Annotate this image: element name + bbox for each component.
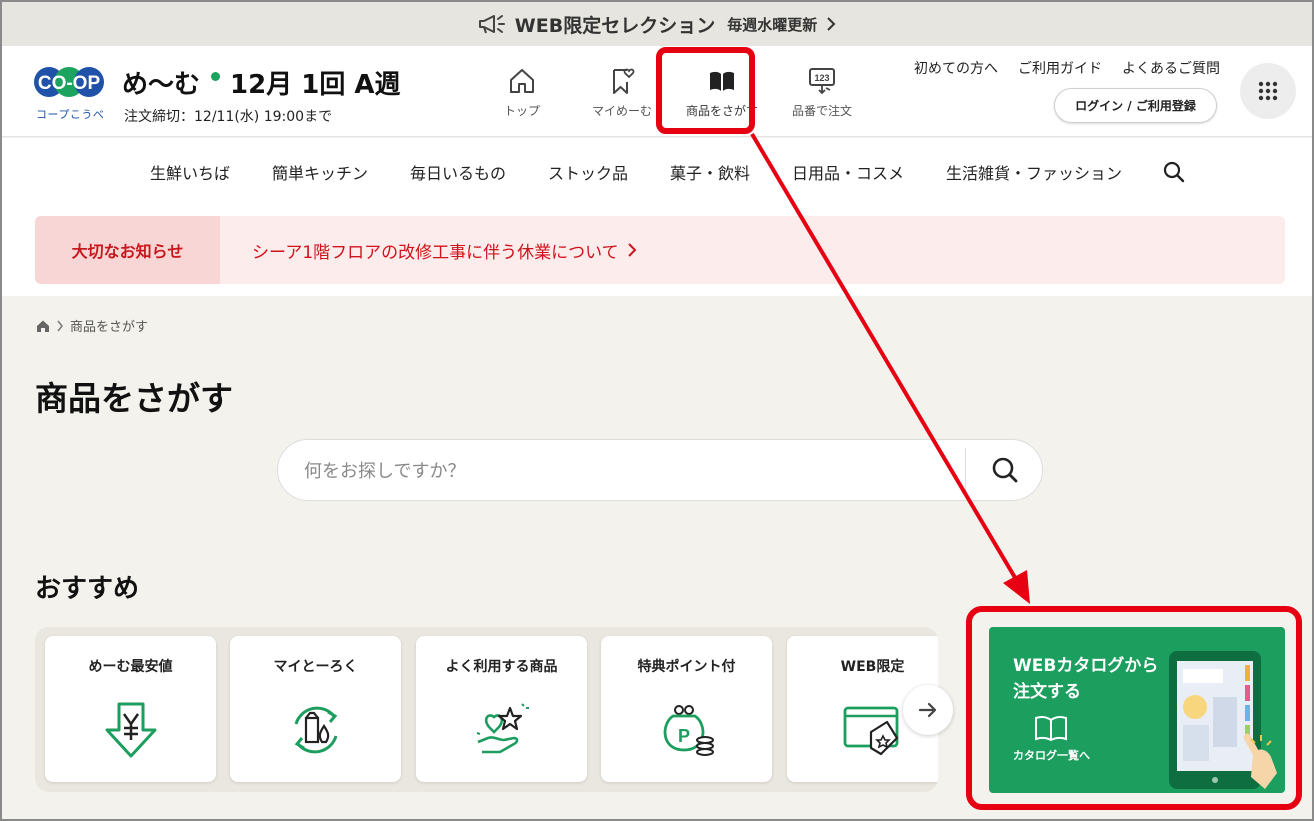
highlight-nav-product-search [656, 47, 755, 134]
highlight-web-catalog [966, 606, 1302, 810]
recommend-card-lowest-price[interactable]: めーむ最安値 [45, 636, 216, 782]
category-nav: 生鮮いちば 簡単キッチン 毎日いるもの ストック品 菓子・飲料 日用品・コスメ … [2, 138, 1312, 206]
card-label: マイとーろく [273, 659, 358, 675]
notice-tag: 大切なお知らせ [35, 216, 220, 284]
point-purse-icon: P [663, 705, 714, 756]
brand-block: め〜む 12月 1回 A週 [122, 64, 401, 101]
chevron-right-icon [627, 243, 637, 257]
category-stock[interactable]: ストック品 [527, 160, 649, 184]
svg-text:CO-OP: CO-OP [38, 73, 101, 94]
nav-top[interactable]: トップ [472, 52, 572, 132]
bookmark-heart-icon [613, 68, 635, 94]
utility-links: 初めての方へ ご利用ガイド よくあるご質問 [914, 58, 1220, 78]
card-label: 特典ポイント付 [637, 659, 736, 675]
logo-subtitle: コープこうべ [36, 108, 105, 121]
notice-message: シーア1階フロアの改修工事に伴う休業について [252, 242, 619, 263]
page-title: 商品をさがす [35, 379, 233, 418]
arrow-right-icon [918, 702, 937, 718]
menu-button[interactable] [1240, 63, 1296, 119]
banner-subtitle: 毎週水曜更新 [727, 15, 818, 34]
svg-text:123: 123 [814, 73, 829, 83]
yen-down-icon [105, 702, 156, 758]
promo-banner[interactable]: WEB限定セレクション 毎週水曜更新 [2, 2, 1312, 46]
login-register-button[interactable]: ログイン / ご利用登録 [1054, 88, 1217, 123]
recommend-card-points[interactable]: 特典ポイント付 P [601, 636, 772, 782]
category-goods-fashion[interactable]: 生活雑貨・ファッション [925, 160, 1143, 184]
number-entry-icon: 123 [809, 68, 835, 95]
home-icon[interactable] [36, 319, 50, 333]
link-faq[interactable]: よくあるご質問 [1122, 58, 1220, 78]
chevron-right-icon [827, 17, 836, 31]
hand-heart-star-icon [476, 703, 529, 754]
nav-order-by-number[interactable]: 123 品番で注文 [772, 52, 872, 132]
home-icon [510, 69, 534, 93]
megaphone-icon [478, 15, 505, 34]
notice-message-row: シーア1階フロアの改修工事に伴う休業について [220, 216, 637, 284]
nav-order-by-number-label: 品番で注文 [791, 104, 852, 118]
banner-title: WEB限定セレクション [514, 14, 716, 37]
notice-section: 大切なお知らせ シーア1階フロアの改修工事に伴う休業について [2, 206, 1312, 296]
nav-top-label: トップ [503, 104, 540, 118]
brand-name: め〜む [122, 70, 201, 100]
nav-my-meemu-label: マイめーむ [591, 104, 652, 118]
svg-text:P: P [677, 726, 689, 746]
link-first-time[interactable]: 初めての方へ [914, 58, 998, 78]
search-box [277, 439, 1043, 501]
carousel-next-button[interactable] [903, 685, 953, 735]
card-label: よく利用する商品 [445, 659, 558, 675]
search-icon[interactable] [1163, 161, 1185, 183]
search-icon [992, 457, 1018, 483]
order-deadline: 注文締切：12/11(水) 19:00まで [124, 109, 333, 125]
category-snacks-drinks[interactable]: 菓子・飲料 [649, 160, 771, 184]
category-daily[interactable]: 毎日いるもの [389, 160, 527, 184]
recommend-title: おすすめ [35, 574, 140, 604]
search-divider [965, 448, 966, 494]
recommend-carousel: めーむ最安値 マイとーろく よく利用する商品 特典ポイント付 P WEB限定 [35, 627, 938, 792]
search-input[interactable] [304, 454, 944, 488]
brand-dot [211, 72, 221, 81]
category-daily-cosme[interactable]: 日用品・コスメ [771, 160, 925, 184]
grid-menu-icon [1258, 81, 1278, 101]
web-tag-icon [843, 706, 898, 756]
recommend-card-my-touroku[interactable]: マイとーろく [230, 636, 401, 782]
breadcrumb-current: 商品をさがす [70, 320, 149, 335]
recommend-card-frequent[interactable]: よく利用する商品 [416, 636, 587, 782]
recycle-grocery-icon [294, 706, 337, 754]
breadcrumb: 商品をさがす [36, 316, 148, 335]
week-label: 12月 1回 A週 [230, 70, 401, 100]
chevron-right-icon [57, 320, 63, 331]
category-fresh[interactable]: 生鮮いちば [129, 160, 251, 184]
link-guide[interactable]: ご利用ガイド [1018, 58, 1102, 78]
card-label: WEB限定 [840, 659, 905, 675]
category-easy-kitchen[interactable]: 簡単キッチン [251, 160, 389, 184]
card-label: めーむ最安値 [88, 659, 173, 675]
important-notice[interactable]: 大切なお知らせ シーア1階フロアの改修工事に伴う休業について [35, 216, 1285, 284]
search-button[interactable] [968, 440, 1042, 500]
